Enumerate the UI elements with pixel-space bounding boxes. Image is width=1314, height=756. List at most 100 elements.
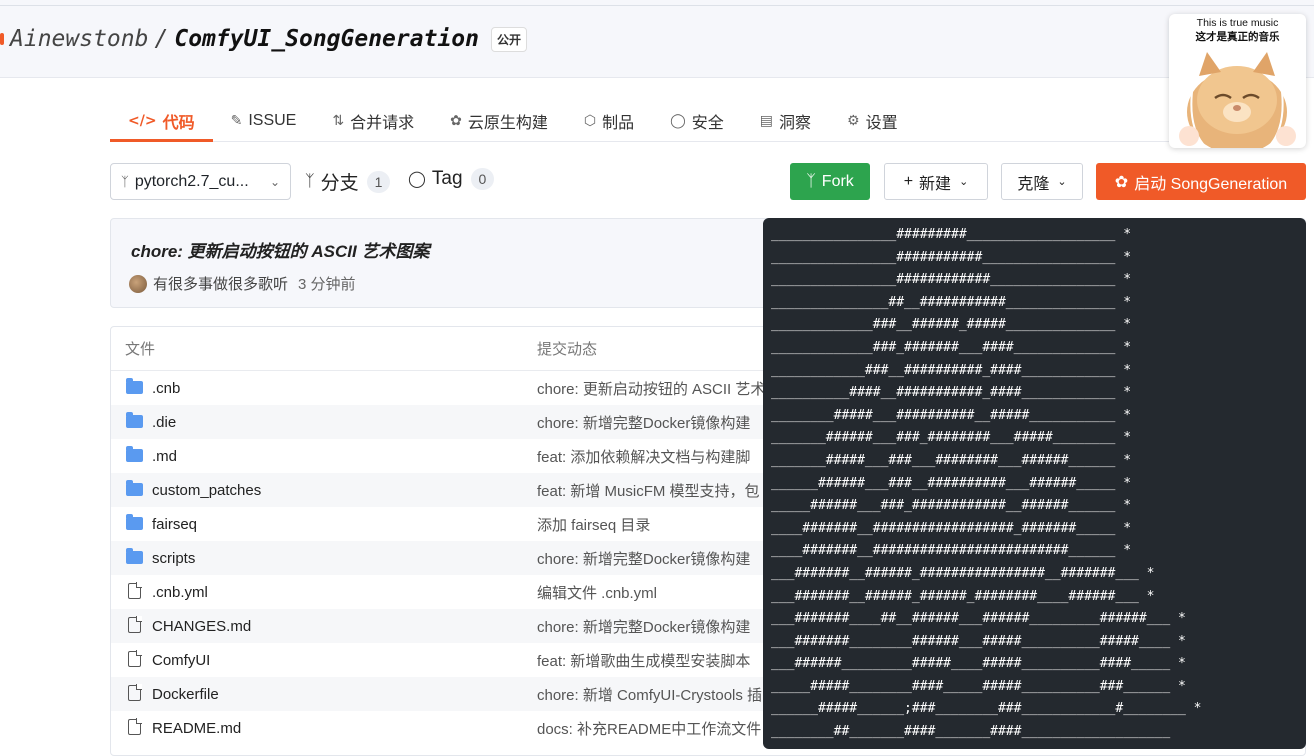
file-name[interactable]: README.md xyxy=(152,720,241,737)
breadcrumb-repo[interactable]: ComfyUI_SongGeneration xyxy=(174,26,479,52)
commit-message[interactable]: 编辑文件 .cnb.yml xyxy=(537,582,657,603)
folder-icon xyxy=(126,480,144,499)
breadcrumb-owner[interactable]: Ainewstonb xyxy=(10,26,148,52)
ascii-line: ___######_________#####____#####________… xyxy=(771,656,1186,672)
branch-icon: ᛉ xyxy=(121,174,129,189)
tab-packages[interactable]: ⬡ 制品 xyxy=(566,102,652,140)
chevron-down-icon: ⌄ xyxy=(1057,176,1067,188)
tab-cloud-build[interactable]: ✿ 云原生构建 xyxy=(432,102,566,140)
ascii-line: _____#####________####_____#####________… xyxy=(771,678,1186,694)
header-commit: 提交动态 xyxy=(537,341,598,358)
file-name[interactable]: .cnb xyxy=(152,380,180,397)
cat-with-headphones-illustration xyxy=(1179,52,1296,148)
project-logo-icon xyxy=(0,33,4,45)
tab-label: 洞察 xyxy=(779,115,812,132)
launch-button[interactable]: ✿ 启动 SongGeneration xyxy=(1096,163,1306,200)
tab-code[interactable]: </> 代码 xyxy=(110,102,213,142)
ascii-line: _______######___###_########___#####____… xyxy=(771,430,1132,446)
branch-name: pytorch2.7_cu... xyxy=(134,172,249,190)
ascii-line: ___#######____##__######___######_______… xyxy=(771,611,1186,627)
commit-message[interactable]: chore: 更新启动按钮的 ASCII 艺术 xyxy=(537,378,765,399)
branches-count: 1 xyxy=(366,170,391,193)
ascii-line: ____#######__#########################__… xyxy=(771,543,1132,559)
chevron-down-icon: ⌄ xyxy=(959,176,969,188)
commit-message[interactable]: feat: 新增 MusicFM 模型支持，包 xyxy=(537,480,760,501)
code-icon: </> xyxy=(128,113,157,129)
file-name[interactable]: custom_patches xyxy=(152,482,261,499)
tag-icon: ◯ xyxy=(408,171,426,188)
cloud-build-icon: ✿ xyxy=(450,113,462,129)
tags-count: 0 xyxy=(470,168,495,190)
tags-link[interactable]: ◯ Tag 0 xyxy=(408,168,495,190)
ascii-line: ________##_______####_______####________… xyxy=(771,724,1171,740)
commit-meta: 有很多事做很多歌听 3 分钟前 xyxy=(129,273,356,294)
file-icon xyxy=(126,684,144,703)
ascii-line: ________________###########_____________… xyxy=(771,249,1132,265)
file-name[interactable]: .die xyxy=(152,414,176,431)
ascii-art-tooltip: ________________#########_______________… xyxy=(763,218,1306,749)
tab-settings[interactable]: ⚙ 设置 xyxy=(829,102,916,140)
tab-merge-requests[interactable]: ⇅ 合并请求 xyxy=(314,102,432,140)
file-name[interactable]: .md xyxy=(152,448,177,465)
branches-link[interactable]: ᛉ 分支 1 xyxy=(305,168,391,195)
submodule-icon xyxy=(126,650,144,669)
fork-icon: ᛉ xyxy=(806,172,816,190)
ascii-art: ________________#########_______________… xyxy=(771,224,1298,744)
tab-label: 合并请求 xyxy=(350,115,415,132)
file-name[interactable]: ComfyUI xyxy=(152,652,210,669)
repo-header: Ainewstonb / ComfyUI_SongGeneration 公开 xyxy=(0,0,1314,78)
commit-message[interactable]: docs: 补充README中工作流文件 xyxy=(537,718,761,739)
new-button[interactable]: + 新建 ⌄ xyxy=(884,163,988,200)
commit-message[interactable]: chore: 新增 ComfyUI-Crystools 插 xyxy=(537,684,762,705)
ascii-line: _______#####___###___########___######__… xyxy=(771,452,1132,468)
ascii-line: ___#######________######___#####________… xyxy=(771,633,1186,649)
branches-label: 分支 xyxy=(320,173,359,194)
tab-label: 设置 xyxy=(865,115,898,132)
folder-icon xyxy=(126,548,144,567)
ascii-line: ___#######__######_################__###… xyxy=(771,565,1155,581)
commit-message[interactable]: feat: 新增歌曲生成模型安装脚本 xyxy=(537,650,750,671)
tab-insights[interactable]: ▤ 洞察 xyxy=(742,102,829,140)
commit-message[interactable]: chore: 新增完整Docker镜像构建 xyxy=(537,616,750,637)
tab-label: 制品 xyxy=(602,115,635,132)
file-name[interactable]: scripts xyxy=(152,550,195,567)
file-name[interactable]: fairseq xyxy=(152,516,197,533)
ascii-line: ____________###__##########_####________… xyxy=(771,362,1132,378)
tab-label: 安全 xyxy=(691,115,724,132)
commit-message[interactable]: chore: 新增完整Docker镜像构建 xyxy=(537,412,750,433)
file-icon xyxy=(126,616,144,635)
new-label: 新建 xyxy=(919,175,952,193)
tags-label: Tag xyxy=(431,168,463,189)
ascii-line: __________####__###########_####________… xyxy=(771,385,1132,401)
file-name[interactable]: CHANGES.md xyxy=(152,618,251,635)
avatar[interactable] xyxy=(129,274,147,293)
ascii-line: ____#######__##################_#######_… xyxy=(771,520,1132,536)
repo-tabs: </> 代码 ✎ ISSUE ⇅ 合并请求 ✿ 云原生构建 ⬡ 制品 ◯ 安全 … xyxy=(110,102,1306,142)
commit-title[interactable]: chore: 更新启动按钮的 ASCII 艺术图案 xyxy=(131,237,429,262)
clone-button[interactable]: 克隆 ⌄ xyxy=(1001,163,1083,200)
folder-icon xyxy=(126,412,144,431)
ascii-line: _____________###__######_#####__________… xyxy=(771,317,1132,333)
file-name[interactable]: Dockerfile xyxy=(152,686,219,703)
ascii-line: ________________############____________… xyxy=(771,272,1132,288)
plus-icon: + xyxy=(903,172,914,190)
ascii-line: ___#######__######_######_########____##… xyxy=(771,588,1155,604)
commit-message[interactable]: chore: 新增完整Docker镜像构建 xyxy=(537,548,750,569)
merge-icon: ⇅ xyxy=(332,113,345,129)
tab-issue[interactable]: ✎ ISSUE xyxy=(213,102,315,140)
commit-message[interactable]: 添加 fairseq 目录 xyxy=(537,514,650,535)
tab-security[interactable]: ◯ 安全 xyxy=(652,102,742,140)
file-name[interactable]: .cnb.yml xyxy=(152,584,208,601)
package-icon: ⬡ xyxy=(583,113,597,129)
visibility-badge: 公开 xyxy=(490,26,527,52)
commit-message[interactable]: feat: 添加依赖解决文档与构建脚 xyxy=(537,446,750,467)
launch-icon: ✿ xyxy=(1114,173,1129,191)
ascii-line: _____######___###_############__######__… xyxy=(771,498,1132,514)
branch-selector[interactable]: ᛉ pytorch2.7_cu... ⌄ xyxy=(110,163,291,200)
fork-button[interactable]: ᛉ Fork xyxy=(790,163,870,200)
file-icon xyxy=(126,718,144,737)
tab-label: ISSUE xyxy=(248,112,297,129)
shield-icon: ◯ xyxy=(670,113,686,129)
commit-author[interactable]: 有很多事做很多歌听 xyxy=(153,273,288,294)
breadcrumb-separator: / xyxy=(154,26,169,52)
